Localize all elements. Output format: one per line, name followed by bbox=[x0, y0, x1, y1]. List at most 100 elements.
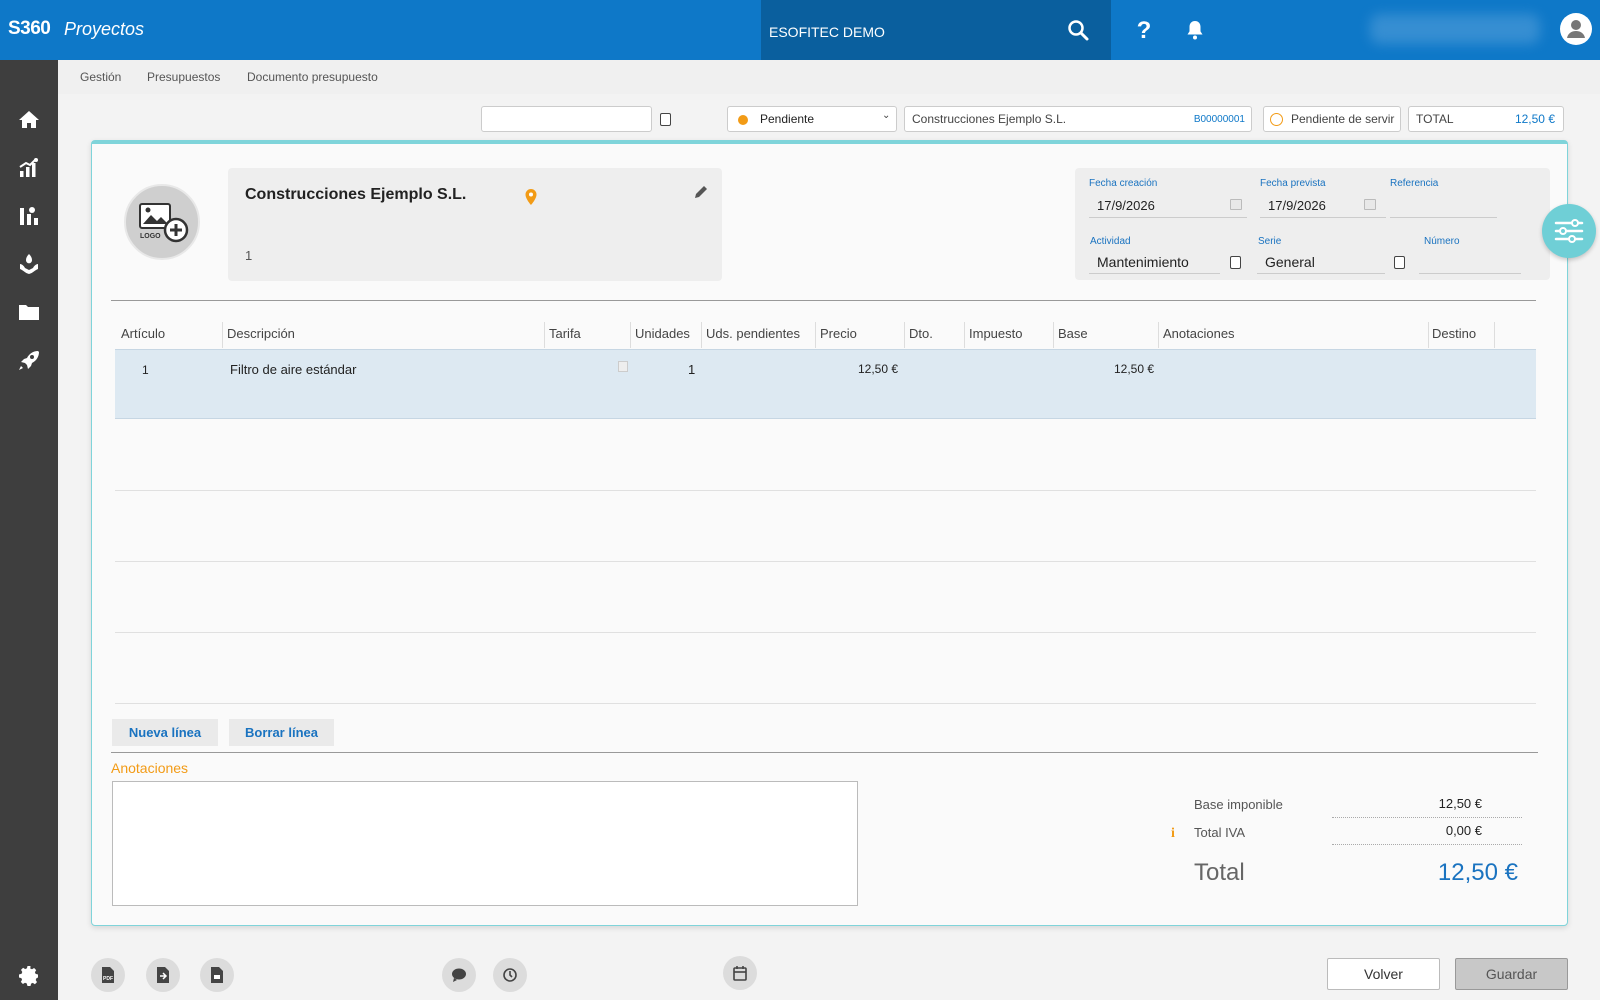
cell-articulo[interactable]: 1 bbox=[142, 363, 149, 377]
total-iva-value: 0,00 € bbox=[1445, 823, 1482, 838]
company-selector[interactable]: ESOFITEC DEMO bbox=[761, 0, 1111, 60]
section-divider bbox=[111, 752, 1538, 753]
breadcrumb-documento[interactable]: Documento presupuesto bbox=[247, 70, 378, 84]
section-divider bbox=[111, 300, 1536, 301]
client-field[interactable]: Construcciones Ejemplo S.L. B00000001 bbox=[904, 106, 1252, 132]
status-dot-icon bbox=[738, 115, 748, 125]
row-divider bbox=[115, 703, 1536, 704]
folder-icon[interactable] bbox=[17, 300, 41, 324]
fecha-creacion-label: Fecha creación bbox=[1089, 178, 1158, 189]
base-imponible-label: Base imponible bbox=[1194, 797, 1283, 812]
filter-sliders-button[interactable] bbox=[1542, 204, 1596, 258]
breadcrumb-gestion[interactable]: Gestión bbox=[80, 70, 121, 84]
client-name: Construcciones Ejemplo S.L. bbox=[912, 112, 1067, 126]
col-descripcion[interactable]: Descripción bbox=[227, 326, 295, 341]
new-line-button[interactable]: Nueva línea bbox=[112, 719, 218, 746]
client-card: Construcciones Ejemplo S.L. 1 bbox=[228, 168, 722, 281]
col-destino[interactable]: Destino bbox=[1432, 326, 1476, 341]
bell-icon[interactable] bbox=[1183, 18, 1207, 42]
rocket-icon[interactable] bbox=[17, 348, 41, 372]
status-value: Pendiente bbox=[760, 112, 815, 126]
numero-label: Número bbox=[1424, 236, 1460, 247]
gear-icon[interactable] bbox=[17, 964, 41, 988]
calendar-icon[interactable] bbox=[723, 956, 757, 990]
info-icon[interactable]: i bbox=[1171, 826, 1175, 842]
status-dropdown[interactable]: Pendiente ⌄ bbox=[727, 106, 897, 132]
summary-divider bbox=[1332, 844, 1522, 845]
clock-icon bbox=[1270, 113, 1283, 126]
calendar-icon[interactable] bbox=[1364, 199, 1376, 210]
client-code[interactable]: B00000001 bbox=[1194, 114, 1245, 125]
total-badge-value: 12,50 € bbox=[1514, 112, 1555, 126]
chart-icon[interactable] bbox=[17, 204, 41, 228]
back-button[interactable]: Volver bbox=[1327, 958, 1440, 990]
cell-unidades[interactable]: 1 bbox=[688, 362, 695, 377]
pdf-icon[interactable]: PDF bbox=[91, 958, 125, 992]
tarifa-checkbox[interactable] bbox=[618, 361, 628, 372]
col-uds-pendientes[interactable]: Uds. pendientes bbox=[706, 326, 800, 341]
column-separator bbox=[1428, 322, 1429, 348]
col-anotaciones[interactable]: Anotaciones bbox=[1163, 326, 1235, 341]
row-divider bbox=[115, 632, 1536, 633]
actividad-label: Actividad bbox=[1090, 236, 1131, 247]
cell-base[interactable]: 12,50 € bbox=[1114, 362, 1154, 376]
column-separator bbox=[1494, 322, 1495, 348]
actividad-checkbox[interactable] bbox=[1230, 256, 1241, 269]
cell-precio[interactable]: 12,50 € bbox=[858, 362, 898, 376]
help-icon[interactable]: ? bbox=[1132, 17, 1156, 44]
serie-checkbox[interactable] bbox=[1394, 256, 1405, 269]
actividad-field[interactable]: Mantenimiento bbox=[1089, 250, 1220, 274]
numero-field[interactable] bbox=[1419, 250, 1521, 274]
header-checkbox[interactable] bbox=[660, 113, 671, 126]
notes-textarea[interactable] bbox=[112, 781, 858, 906]
fecha-creacion-field[interactable]: 17/9/2026 bbox=[1089, 194, 1247, 218]
grand-total-value: 12,50 € bbox=[1437, 859, 1518, 886]
breadcrumb: Gestión Presupuestos Documento presupues… bbox=[58, 60, 1600, 94]
header-text-input[interactable] bbox=[481, 106, 652, 132]
delete-line-button[interactable]: Borrar línea bbox=[229, 719, 334, 746]
svg-text:LOGO: LOGO bbox=[140, 233, 161, 240]
svg-text:PDF: PDF bbox=[103, 976, 113, 982]
breadcrumb-presupuestos[interactable]: Presupuestos bbox=[147, 70, 220, 84]
location-pin-icon[interactable] bbox=[524, 188, 538, 206]
serie-field[interactable]: General bbox=[1257, 250, 1385, 274]
total-badge: TOTAL 12,50 € bbox=[1408, 106, 1564, 132]
logo-upload-button[interactable]: LOGO bbox=[124, 184, 200, 260]
app-name: Proyectos bbox=[64, 19, 145, 39]
column-separator bbox=[630, 322, 631, 348]
cell-descripcion[interactable]: Filtro de aire estándar bbox=[230, 362, 356, 377]
col-base[interactable]: Base bbox=[1058, 326, 1088, 341]
history-icon[interactable] bbox=[493, 958, 527, 992]
save-button[interactable]: Guardar bbox=[1455, 958, 1568, 990]
top-bar: S360 Proyectos ESOFITEC DEMO ? bbox=[0, 0, 1600, 60]
comment-icon[interactable] bbox=[442, 958, 476, 992]
column-separator bbox=[701, 322, 702, 348]
sidebar bbox=[0, 60, 58, 1000]
grand-total-label: Total bbox=[1194, 859, 1245, 886]
document-meta-panel: Fecha creación 17/9/2026 Fecha prevista … bbox=[1075, 168, 1550, 280]
column-separator bbox=[904, 322, 905, 348]
column-separator bbox=[222, 322, 223, 348]
export-document-icon[interactable] bbox=[146, 958, 180, 992]
search-icon[interactable] bbox=[1066, 18, 1090, 42]
referencia-field[interactable] bbox=[1390, 194, 1497, 218]
hand-icon[interactable] bbox=[17, 252, 41, 276]
client-number: 1 bbox=[245, 248, 253, 263]
avatar[interactable] bbox=[1560, 13, 1592, 45]
attachment-document-icon[interactable] bbox=[200, 958, 234, 992]
col-precio[interactable]: Precio bbox=[820, 326, 857, 341]
total-iva-label: Total IVA bbox=[1194, 825, 1246, 840]
col-unidades[interactable]: Unidades bbox=[635, 326, 690, 341]
col-impuesto[interactable]: Impuesto bbox=[969, 326, 1022, 341]
edit-pencil-icon[interactable] bbox=[693, 184, 709, 200]
col-tarifa[interactable]: Tarifa bbox=[549, 326, 581, 341]
column-separator bbox=[544, 322, 545, 348]
col-articulo[interactable]: Artículo bbox=[121, 326, 165, 341]
col-dto[interactable]: Dto. bbox=[909, 326, 933, 341]
stats-icon[interactable] bbox=[17, 156, 41, 180]
calendar-icon[interactable] bbox=[1230, 199, 1242, 210]
chevron-down-icon: ⌄ bbox=[882, 110, 891, 121]
table-row[interactable] bbox=[115, 349, 1536, 419]
row-divider bbox=[115, 561, 1536, 562]
home-icon[interactable] bbox=[17, 108, 41, 132]
